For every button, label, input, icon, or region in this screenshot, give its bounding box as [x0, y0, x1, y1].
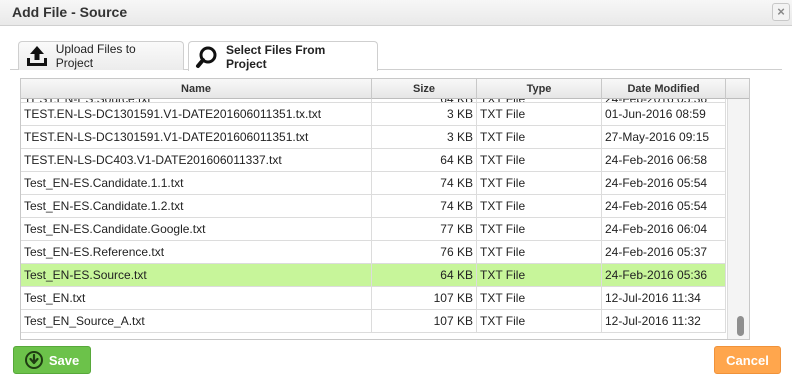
type-cell: TXT File: [477, 264, 602, 286]
cancel-button-label: Cancel: [726, 352, 769, 368]
cancel-button[interactable]: Cancel: [714, 346, 781, 374]
column-header-name[interactable]: Name: [21, 79, 372, 99]
date-modified-cell: 24-Feb-2016 06:58: [602, 149, 726, 171]
table-row[interactable]: TEST.EN-LS-DC1301591.V1-DATE201606011351…: [21, 126, 726, 149]
date-modified-cell: 24-Feb-2016 05:54: [602, 172, 726, 194]
column-header-date-modified[interactable]: Date Modified: [602, 79, 726, 99]
type-cell: TXT File: [477, 195, 602, 217]
type-cell: TXT File: [477, 172, 602, 194]
name-cell: TEST.EN-LS-DC403.V1-DATE201606011337.txt: [21, 149, 372, 171]
date-modified-cell: 12-Jul-2016 11:34: [602, 287, 726, 309]
file-table: Name Size Type Date Modified TEST.EN-ES.…: [20, 78, 750, 340]
save-button[interactable]: Save: [13, 346, 91, 374]
table-row-selected[interactable]: Test_EN-ES.Source.txt 64 KB TXT File 24-Feb…: [21, 264, 726, 287]
type-cell: TXT File: [477, 287, 602, 309]
name-cell: Test_EN-ES.Reference.txt: [21, 241, 372, 263]
tab-upload-files[interactable]: Upload Files to Project: [18, 41, 184, 70]
name-cell: TEST.EN-LS-DC1301591.V1-DATE201606011351…: [21, 126, 372, 148]
save-download-icon: [24, 351, 43, 369]
name-cell: Test_EN-ES.Candidate.Google.txt: [21, 218, 372, 240]
date-modified-cell: 24-Feb-2016 05:37: [602, 241, 726, 263]
dialog-title: Add File - Source: [12, 4, 128, 20]
close-button[interactable]: ×: [772, 3, 790, 21]
dialog-titlebar: Add File - Source ×: [0, 0, 792, 26]
table-row[interactable]: Test_EN-ES.Reference.txt 76 KB TXT File 24-…: [21, 241, 726, 264]
type-cell: TXT File: [477, 126, 602, 148]
table-row[interactable]: Test_EN-ES.Candidate.Google.txt 77 KB TXT …: [21, 218, 726, 241]
table-header: Name Size Type Date Modified: [21, 79, 749, 99]
type-cell: TXT File: [477, 218, 602, 240]
name-cell: Test_EN-ES.Source.txt: [21, 264, 372, 286]
table-row[interactable]: Test_EN-ES.Candidate.1.2.txt 74 KB TXT Fil…: [21, 195, 726, 218]
date-modified-cell: 24-Feb-2016 05:36: [602, 99, 726, 102]
date-modified-cell: 24-Feb-2016 06:04: [602, 218, 726, 240]
date-modified-cell: 24-Feb-2016 05:54: [602, 195, 726, 217]
size-cell: 74 KB: [372, 172, 477, 194]
type-cell: TXT File: [477, 103, 602, 125]
vertical-scrollbar[interactable]: [727, 99, 749, 339]
table-row[interactable]: TEST.EN-LS-DC403.V1-DATE201606011337.txt…: [21, 149, 726, 172]
size-cell: 107 KB: [372, 287, 477, 309]
size-cell: 107 KB: [372, 310, 477, 332]
name-cell: Test_EN-ES.Candidate.1.1.txt: [21, 172, 372, 194]
date-modified-cell: 12-Jul-2016 11:32: [602, 310, 726, 332]
size-cell: 77 KB: [372, 218, 477, 240]
tab-select-files[interactable]: Select Files From Project: [188, 41, 378, 71]
type-cell: TXT File: [477, 99, 602, 102]
name-cell: TEST.EN-LS-DC1301591.V1-DATE201606011351…: [21, 103, 372, 125]
size-cell: 64 KB: [372, 264, 477, 286]
tab-label: Upload Files to Project: [55, 42, 136, 70]
date-modified-cell: 01-Jun-2016 08:59: [602, 103, 726, 125]
table-row[interactable]: TEST.EN-LS-DC1301591.V1-DATE201606011351…: [21, 103, 726, 126]
date-modified-cell: 27-May-2016 09:15: [602, 126, 726, 148]
type-cell: TXT File: [477, 241, 602, 263]
size-cell: 64 KB: [372, 99, 477, 102]
header-scroll-spacer: [726, 79, 749, 99]
table-row[interactable]: Test_EN.txt 107 KB TXT File 12-Jul-2016 11:…: [21, 287, 726, 310]
name-cell: Test_EN-ES.Candidate.1.2.txt: [21, 195, 372, 217]
size-cell: 3 KB: [372, 126, 477, 148]
tab-label: Select Files From Project: [225, 42, 326, 71]
table-row[interactable]: Test_EN-ES.Candidate.1.1.txt 74 KB TXT Fil…: [21, 172, 726, 195]
size-cell: 3 KB: [372, 103, 477, 125]
size-cell: 74 KB: [372, 195, 477, 217]
size-cell: 76 KB: [372, 241, 477, 263]
type-cell: TXT File: [477, 310, 602, 332]
column-header-type[interactable]: Type: [477, 79, 602, 99]
search-icon: [194, 44, 220, 70]
name-cell: TEST.EN-ES.Source.txt: [21, 99, 372, 102]
scrollbar-thumb[interactable]: [737, 316, 744, 336]
upload-icon: [24, 43, 50, 69]
date-modified-cell: 24-Feb-2016 05:36: [602, 264, 726, 286]
table-body: TEST.EN-ES.Source.txt64 KBTXT File24-Feb…: [21, 99, 726, 333]
type-cell: TXT File: [477, 149, 602, 171]
name-cell: Test_EN_Source_A.txt: [21, 310, 372, 332]
name-cell: Test_EN.txt: [21, 287, 372, 309]
size-cell: 64 KB: [372, 149, 477, 171]
save-button-label: Save: [48, 352, 80, 368]
column-header-size[interactable]: Size: [372, 79, 477, 99]
table-row[interactable]: Test_EN_Source_A.txt 107 KB TXT File 12-Jul…: [21, 310, 726, 333]
